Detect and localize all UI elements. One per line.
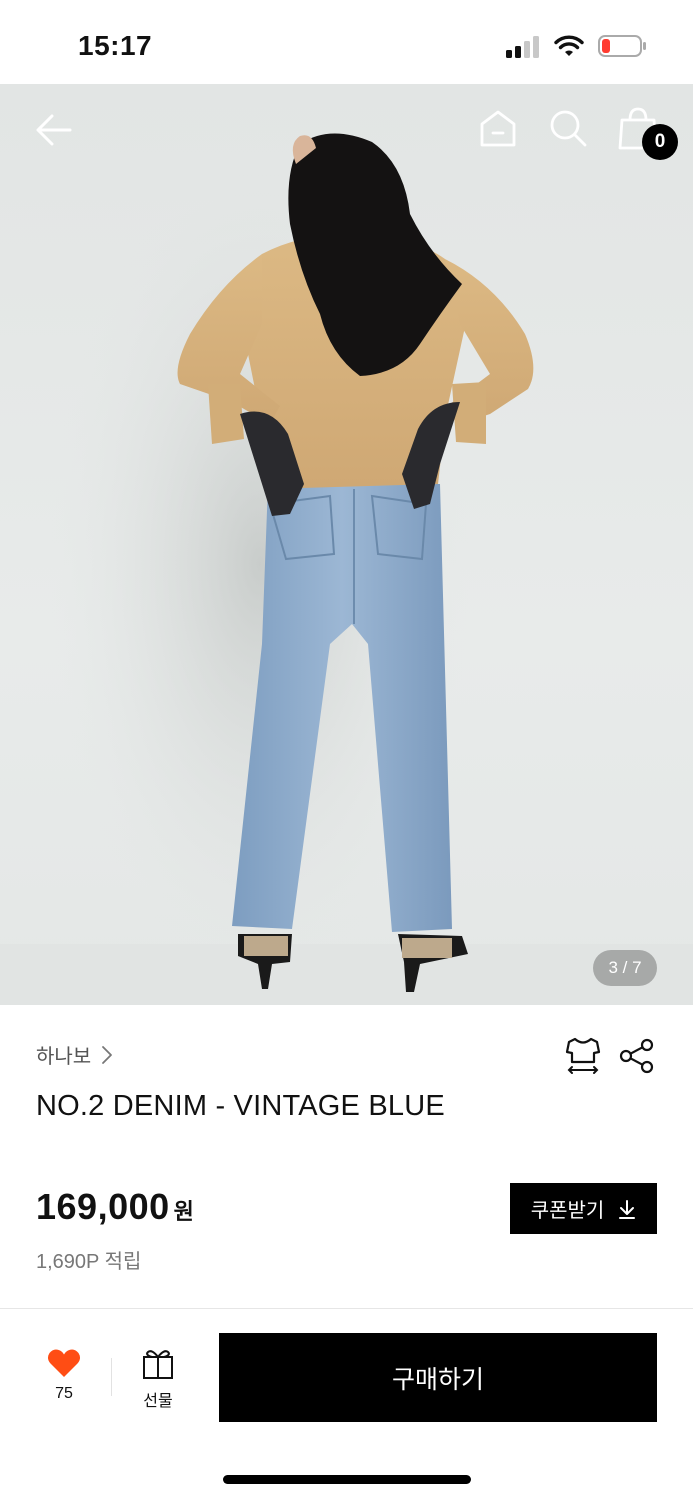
home-icon[interactable]	[478, 108, 518, 148]
cellular-signal-icon	[506, 36, 542, 58]
buy-button[interactable]: 구매하기	[219, 1333, 657, 1422]
price-unit: 원	[173, 1199, 194, 1224]
divider	[0, 1308, 693, 1309]
gift-label: 선물	[143, 1393, 173, 1410]
gift-button[interactable]: 선물	[132, 1348, 184, 1412]
divider	[111, 1358, 112, 1396]
battery-icon	[598, 35, 646, 57]
gift-icon	[143, 1350, 173, 1379]
price: 169,000 원	[36, 1186, 194, 1228]
chevron-right-icon	[102, 1045, 113, 1064]
share-icon[interactable]	[619, 1038, 655, 1074]
brand-name: 하나보	[36, 1046, 92, 1068]
coupon-label: 쿠폰받기	[530, 1200, 605, 1222]
price-value: 169,000	[36, 1186, 170, 1227]
download-icon	[619, 1199, 636, 1219]
status-bar: 15:17	[0, 0, 693, 84]
home-indicator	[223, 1475, 471, 1484]
like-count: 75	[55, 1385, 73, 1402]
product-image-gallery[interactable]: 0 3 / 7	[0, 84, 693, 1005]
product-photo	[0, 133, 693, 1005]
back-arrow-icon[interactable]	[34, 110, 74, 150]
like-button[interactable]: 75	[40, 1348, 88, 1412]
status-time: 15:17	[78, 30, 153, 61]
gallery-page-indicator: 3 / 7	[593, 950, 657, 986]
brand-link[interactable]: 하나보	[36, 1040, 113, 1069]
coupon-download-button[interactable]: 쿠폰받기	[510, 1183, 657, 1234]
cart-count-badge: 0	[642, 124, 678, 160]
search-icon[interactable]	[548, 108, 588, 148]
heart-icon	[47, 1349, 81, 1377]
size-guide-icon[interactable]	[564, 1036, 602, 1076]
product-title: NO.2 DENIM - VINTAGE BLUE	[36, 1090, 445, 1122]
wifi-icon	[554, 35, 584, 56]
points-earned: 1,690P 적립	[36, 1251, 142, 1273]
